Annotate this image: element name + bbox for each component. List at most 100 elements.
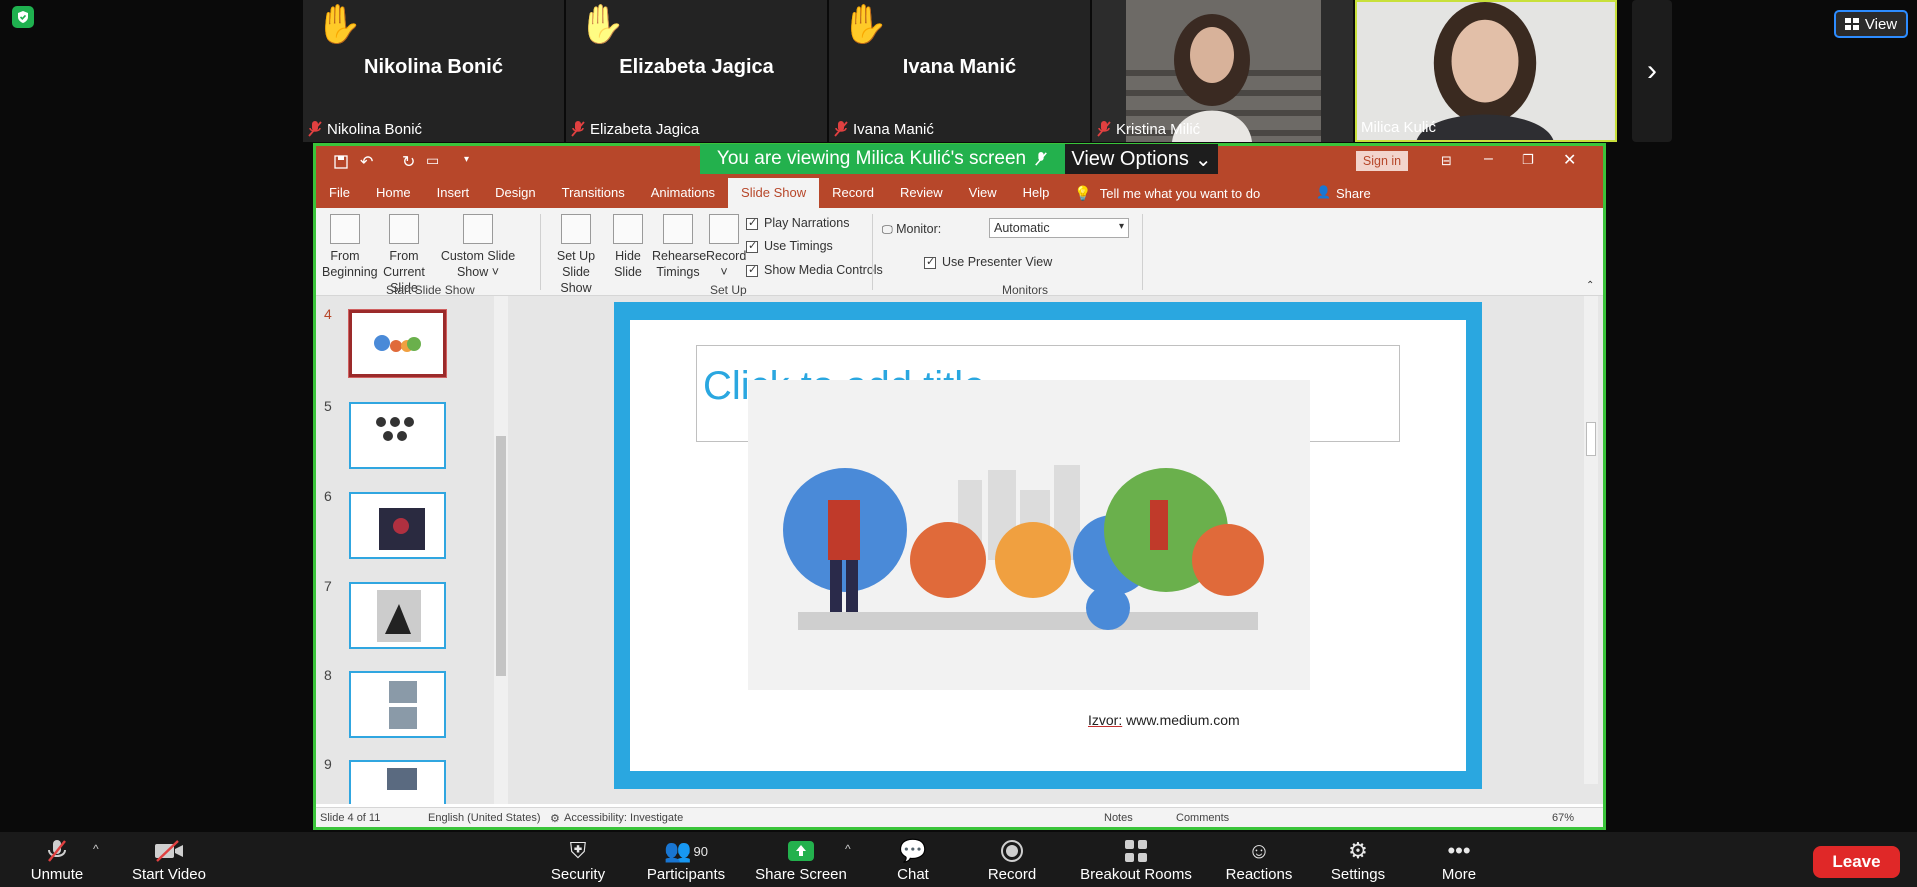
group-label-start: Start Slide Show	[386, 283, 475, 297]
monitor-select[interactable]: Automatic ▾	[989, 218, 1129, 238]
zoom-level[interactable]: 67%	[1552, 812, 1574, 824]
tab-transitions[interactable]: Transitions	[549, 178, 638, 208]
thumb-number: 8	[324, 667, 332, 683]
sign-in-button[interactable]: Sign in	[1356, 151, 1408, 171]
breakout-rooms-button[interactable]: Breakout Rooms	[1074, 836, 1198, 883]
share-icon[interactable]: 👤	[1316, 185, 1331, 199]
tab-review[interactable]: Review	[887, 178, 956, 208]
slide-counter: Slide 4 of 11	[320, 812, 381, 824]
viewing-screen-banner: You are viewing Milica Kulić's screen	[700, 144, 1065, 174]
record-button[interactable]: Record ˅	[706, 214, 746, 280]
language-status[interactable]: English (United States)	[428, 812, 541, 824]
checkbox-checked-icon	[746, 263, 758, 277]
raised-hand-icon: ✋	[578, 4, 626, 46]
redo-icon[interactable]: ↻	[402, 152, 415, 172]
slide-thumbnail[interactable]	[349, 671, 446, 738]
start-video-button[interactable]: Start Video	[126, 836, 212, 883]
view-options-dropdown[interactable]: View Options ⌄	[1065, 144, 1218, 174]
active-speaker-video-tile[interactable]: Milica Kulić	[1355, 0, 1617, 142]
rehearse-timings-button[interactable]: Rehearse Timings	[652, 214, 706, 280]
view-button[interactable]: View	[1834, 10, 1908, 38]
slide-thumbnail[interactable]	[349, 582, 446, 649]
minimize-icon[interactable]: –	[1484, 150, 1493, 168]
comments-button[interactable]: Comments	[1176, 812, 1229, 824]
tab-insert[interactable]: Insert	[424, 178, 483, 208]
share-button[interactable]: Share	[1336, 186, 1371, 201]
more-button[interactable]: ••• More	[1436, 836, 1482, 883]
use-timings-checkbox[interactable]: Use Timings	[746, 239, 833, 253]
undo-icon[interactable]: ↶	[360, 152, 373, 172]
current-slide[interactable]: Click to add title	[614, 302, 1482, 789]
settings-button[interactable]: ⚙ Settings	[1326, 836, 1390, 883]
show-media-controls-checkbox[interactable]: Show Media Controls	[746, 263, 883, 277]
mic-muted-icon	[834, 121, 848, 137]
tell-me-search[interactable]: Tell me what you want to do	[1100, 186, 1260, 201]
slide-scrollbar[interactable]	[1584, 296, 1598, 784]
group-separator	[540, 214, 541, 290]
set-up-slide-show-button[interactable]: Set Up Slide Show	[548, 214, 604, 296]
record-button[interactable]: Record	[982, 836, 1042, 883]
reactions-button[interactable]: ☺ Reactions	[1222, 836, 1296, 883]
view-button-label: View	[1864, 15, 1898, 33]
security-button[interactable]: ⛨ Security	[546, 836, 610, 883]
play-narrations-checkbox[interactable]: Play Narrations	[746, 216, 849, 230]
share-screen-button[interactable]: Share Screen	[755, 836, 847, 883]
tab-animations[interactable]: Animations	[638, 178, 728, 208]
thumb-number: 9	[324, 756, 332, 772]
video-off-icon	[126, 836, 212, 866]
tab-home[interactable]: Home	[363, 178, 424, 208]
customize-qat-icon[interactable]: ▾	[464, 154, 469, 165]
security-shield-icon[interactable]	[12, 6, 34, 28]
slide-thumbnails-panel[interactable]: 4 5 6 7 8 9	[316, 296, 486, 804]
save-icon[interactable]	[334, 155, 348, 169]
participant-tile[interactable]: ✋ Ivana Manić Ivana Manić	[829, 0, 1090, 142]
participant-video-tile[interactable]: Kristina Milić	[1092, 0, 1353, 142]
tab-help[interactable]: Help	[1010, 178, 1063, 208]
rehearse-icon	[663, 214, 693, 244]
chat-button[interactable]: 💬 Chat	[889, 836, 937, 883]
close-icon[interactable]: ✕	[1563, 150, 1576, 170]
slide-thumbnail[interactable]	[349, 492, 446, 559]
slide-thumbnail[interactable]	[349, 402, 446, 469]
use-presenter-view-checkbox[interactable]: Use Presenter View	[924, 255, 1052, 269]
participant-name: Milica Kulić	[1361, 119, 1437, 136]
tab-view[interactable]: View	[956, 178, 1010, 208]
present-icon[interactable]: ▭	[426, 152, 439, 169]
next-page-chevron-icon[interactable]: ›	[1632, 0, 1672, 142]
hide-slide-icon	[613, 214, 643, 244]
ppt-ribbon-tabs: File Home Insert Design Transitions Anim…	[316, 178, 1603, 208]
slide-thumbnail[interactable]	[348, 309, 447, 378]
meeting-toolbar: Unmute ^ Start Video ⛨ Security 👥 90 Part…	[0, 832, 1917, 887]
lightbulb-icon: 💡	[1074, 184, 1092, 201]
ribbon-display-icon[interactable]: ⊟	[1441, 153, 1452, 169]
ppt-editor: 4 5 6 7 8 9 Click Izvor: www.medium.com	[316, 296, 1603, 804]
slide-thumbnail[interactable]	[349, 760, 446, 804]
participant-name: Elizabeta Jagica	[590, 120, 700, 138]
chevron-up-icon[interactable]: ^	[93, 842, 99, 856]
tab-record[interactable]: Record	[819, 178, 887, 208]
tab-slide-show[interactable]: Slide Show	[728, 178, 820, 208]
participants-button[interactable]: 👥 90 Participants	[640, 836, 732, 883]
slide-illustration-image	[748, 380, 1310, 690]
mic-muted-icon	[571, 121, 585, 137]
participant-tile[interactable]: ✋ Elizabeta Jagica Elizabeta Jagica	[566, 0, 827, 142]
collapse-ribbon-icon[interactable]: ⌃	[1586, 280, 1594, 291]
from-beginning-button[interactable]: From Beginning	[322, 214, 378, 280]
mic-muted-icon	[1035, 152, 1047, 166]
tab-design[interactable]: Design	[482, 178, 548, 208]
thumbnails-scrollbar[interactable]	[494, 296, 508, 804]
thumb-number: 7	[324, 578, 332, 594]
accessibility-status[interactable]: Accessibility: Investigate	[564, 812, 683, 824]
setup-show-icon	[561, 214, 591, 244]
thumbnail-image	[389, 681, 417, 729]
restore-icon[interactable]: ❐	[1522, 152, 1534, 168]
hide-slide-button[interactable]: Hide Slide	[608, 214, 648, 280]
tab-file[interactable]: File	[316, 178, 363, 208]
participant-tile[interactable]: ✋ Nikolina Bonić Nikolina Bonić	[303, 0, 564, 142]
chevron-up-icon[interactable]: ^	[845, 842, 851, 856]
unmute-button[interactable]: Unmute	[22, 836, 92, 883]
custom-slide-show-button[interactable]: Custom Slide Show ˅	[440, 214, 516, 280]
shield-icon: ⛨	[569, 838, 587, 863]
notes-button[interactable]: Notes	[1104, 812, 1133, 824]
leave-button[interactable]: Leave	[1813, 846, 1900, 878]
